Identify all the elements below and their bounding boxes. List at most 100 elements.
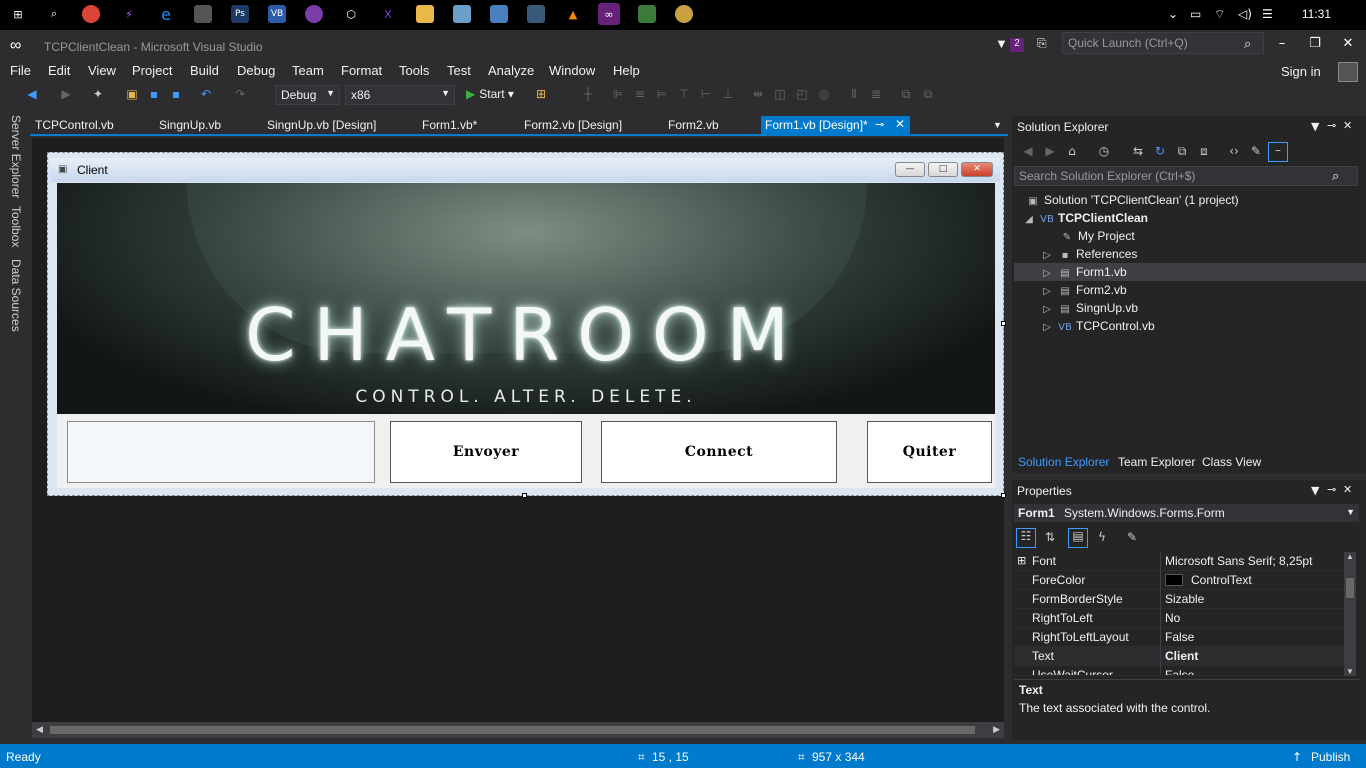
expand-arrow-icon[interactable]: ▷ [1040, 304, 1054, 315]
scroll-right-icon[interactable]: ▶ [993, 724, 1000, 735]
expand-arrow-icon[interactable]: ▷ [1040, 322, 1054, 333]
save-all-icon[interactable]: ▪ [168, 87, 184, 103]
notes-icon[interactable] [453, 5, 471, 23]
expand-arrow-icon[interactable]: ▷ [1040, 268, 1054, 279]
size-grid-icon[interactable]: ◎ [816, 87, 832, 103]
back-icon[interactable]: ◀ [1020, 144, 1036, 160]
message-input[interactable] [67, 421, 375, 483]
publish-icon[interactable]: ↑ [1292, 750, 1302, 764]
align-left-icon[interactable]: ⊫ [610, 87, 626, 103]
menu-project[interactable]: Project [132, 63, 172, 78]
globe-icon[interactable] [305, 5, 323, 23]
expand-plus-icon[interactable]: ⊞ [1017, 554, 1026, 567]
start-button[interactable]: ▶ Start ▾ [466, 87, 514, 101]
refresh-icon[interactable]: ↻ [1152, 144, 1168, 160]
close-icon[interactable]: ✕ [1343, 483, 1352, 496]
quick-launch-input[interactable]: Quick Launch (Ctrl+Q) [1062, 32, 1264, 54]
pin-icon[interactable]: ⊸ [1327, 119, 1336, 132]
close-icon[interactable]: ✕ [1343, 119, 1352, 132]
property-value[interactable]: False [1165, 668, 1194, 675]
app-icon-green[interactable] [638, 5, 656, 23]
edge-icon[interactable]: e [157, 5, 175, 24]
menu-edit[interactable]: Edit [48, 63, 70, 78]
menu-window[interactable]: Window [549, 63, 595, 78]
windows-start-icon[interactable]: ⊞ [9, 5, 27, 23]
server-explorer-tab[interactable]: Server Explorer [9, 115, 23, 198]
collapse-arrow-icon[interactable]: ◢ [1022, 214, 1036, 225]
search-icon[interactable]: ⌕ [1332, 169, 1339, 184]
properties-icon[interactable]: ▤ [1068, 528, 1088, 548]
property-pages-icon[interactable]: ✎ [1124, 530, 1140, 546]
tab-form1[interactable]: Form1.vb* [422, 118, 477, 132]
wifi-icon[interactable]: ⌔ [1214, 7, 1225, 22]
tab-singnup[interactable]: SingnUp.vb [159, 118, 221, 132]
property-row-font[interactable]: ⊞ Font Microsoft Sans Serif; 8,25pt [1014, 552, 1344, 571]
form-close-button[interactable]: ✕ [961, 162, 993, 177]
hspace-icon[interactable]: ⫴ [846, 87, 862, 103]
alphabetical-icon[interactable]: ⇅ [1042, 530, 1058, 546]
align-top-icon[interactable]: ⊤ [676, 87, 692, 103]
tab-overflow-icon[interactable]: ▼ [993, 120, 1002, 130]
pin-icon[interactable]: ⊸ [875, 118, 884, 131]
scroll-down-icon[interactable]: ▼ [1346, 667, 1354, 676]
sign-in-link[interactable]: Sign in [1281, 64, 1321, 79]
minimize-button[interactable]: – [1272, 36, 1292, 52]
menu-format[interactable]: Format [341, 63, 382, 78]
expand-arrow-icon[interactable]: ▷ [1040, 286, 1054, 297]
align-grid-icon[interactable]: ┼ [580, 87, 596, 103]
resize-handle-corner[interactable] [1001, 493, 1006, 498]
properties-scroll-thumb[interactable] [1346, 578, 1354, 598]
property-row-text[interactable]: Text Client [1014, 647, 1344, 666]
tab-form2-design[interactable]: Form2.vb [Design] [524, 118, 622, 132]
property-row-righttoleftlayout[interactable]: RightToLeftLayout False [1014, 628, 1344, 647]
property-value[interactable]: ControlText [1191, 573, 1252, 587]
properties-object-selector[interactable]: Form1 System.Windows.Forms.Form ▼ [1014, 504, 1359, 522]
tab-form1-design[interactable]: Form1.vb [Design]* ⊸ ✕ [761, 116, 910, 135]
menu-file[interactable]: File [10, 63, 31, 78]
vb-icon[interactable]: VB [268, 5, 286, 23]
tab-tcpcontrol[interactable]: TCPControl.vb [35, 118, 114, 132]
form-maximize-button[interactable]: □ [928, 162, 958, 177]
search-icon[interactable]: ⌕ [1244, 36, 1251, 52]
clock[interactable]: 11:31 [1302, 7, 1331, 21]
collapse-icon[interactable]: ⧉ [1174, 144, 1190, 160]
scroll-left-icon[interactable]: ◀ [36, 724, 43, 735]
menu-analyze[interactable]: Analyze [488, 63, 534, 78]
tree-item-my-project[interactable]: ✎ My Project [1060, 229, 1135, 243]
xp-icon[interactable]: X [379, 5, 397, 23]
align-center-icon[interactable]: ≡ [632, 87, 648, 103]
menu-build[interactable]: Build [190, 63, 219, 78]
tree-item-form1[interactable]: ▷ ▤ Form1.vb [1040, 265, 1127, 279]
platform-dropdown[interactable]: x86 ▼ [345, 85, 455, 105]
property-row-forecolor[interactable]: ForeColor ControlText [1014, 571, 1344, 590]
forward-icon[interactable]: ▶ [1042, 144, 1058, 160]
solution-search-input[interactable]: Search Solution Explorer (Ctrl+$) [1014, 166, 1358, 186]
pin-icon[interactable]: ⊸ [1327, 483, 1336, 496]
tree-solution[interactable]: ▣ Solution 'TCPClientClean' (1 project) [1026, 193, 1238, 207]
media-icon[interactable] [194, 5, 212, 23]
close-button[interactable]: ✕ [1338, 36, 1358, 52]
size-both-icon[interactable]: ◰ [794, 87, 810, 103]
undo-icon[interactable]: ↶ [198, 87, 214, 103]
property-value[interactable]: No [1165, 611, 1180, 625]
search-icon[interactable]: ⌕ [45, 5, 63, 23]
bring-front-icon[interactable]: ⧉ [898, 87, 914, 103]
notification-badge[interactable]: 2 [1010, 38, 1024, 52]
property-value[interactable]: Sizable [1165, 592, 1204, 606]
browser-icon[interactable]: ⊞ [533, 87, 549, 103]
notification-icon[interactable]: ☰ [1262, 7, 1273, 21]
property-value[interactable]: False [1165, 630, 1194, 644]
tab-form2[interactable]: Form2.vb [668, 118, 719, 132]
box-icon[interactable] [490, 5, 508, 23]
chevron-down-icon[interactable]: ▼ [1311, 484, 1319, 497]
categorized-icon[interactable]: ☷ [1016, 528, 1036, 548]
app-icon-purple[interactable]: ⚡ [120, 5, 138, 23]
configuration-dropdown[interactable]: Debug ▼ [275, 85, 340, 105]
toolbox-tab[interactable]: Toolbox [9, 206, 23, 247]
preview-icon[interactable]: – [1268, 142, 1288, 162]
events-icon[interactable]: ϟ [1094, 530, 1110, 546]
volume-icon[interactable]: ◁) [1238, 7, 1252, 21]
tab-solution-explorer[interactable]: Solution Explorer [1018, 455, 1109, 469]
connect-button[interactable]: Connect [601, 421, 837, 483]
chevron-down-icon[interactable]: ▼ [1311, 120, 1319, 133]
